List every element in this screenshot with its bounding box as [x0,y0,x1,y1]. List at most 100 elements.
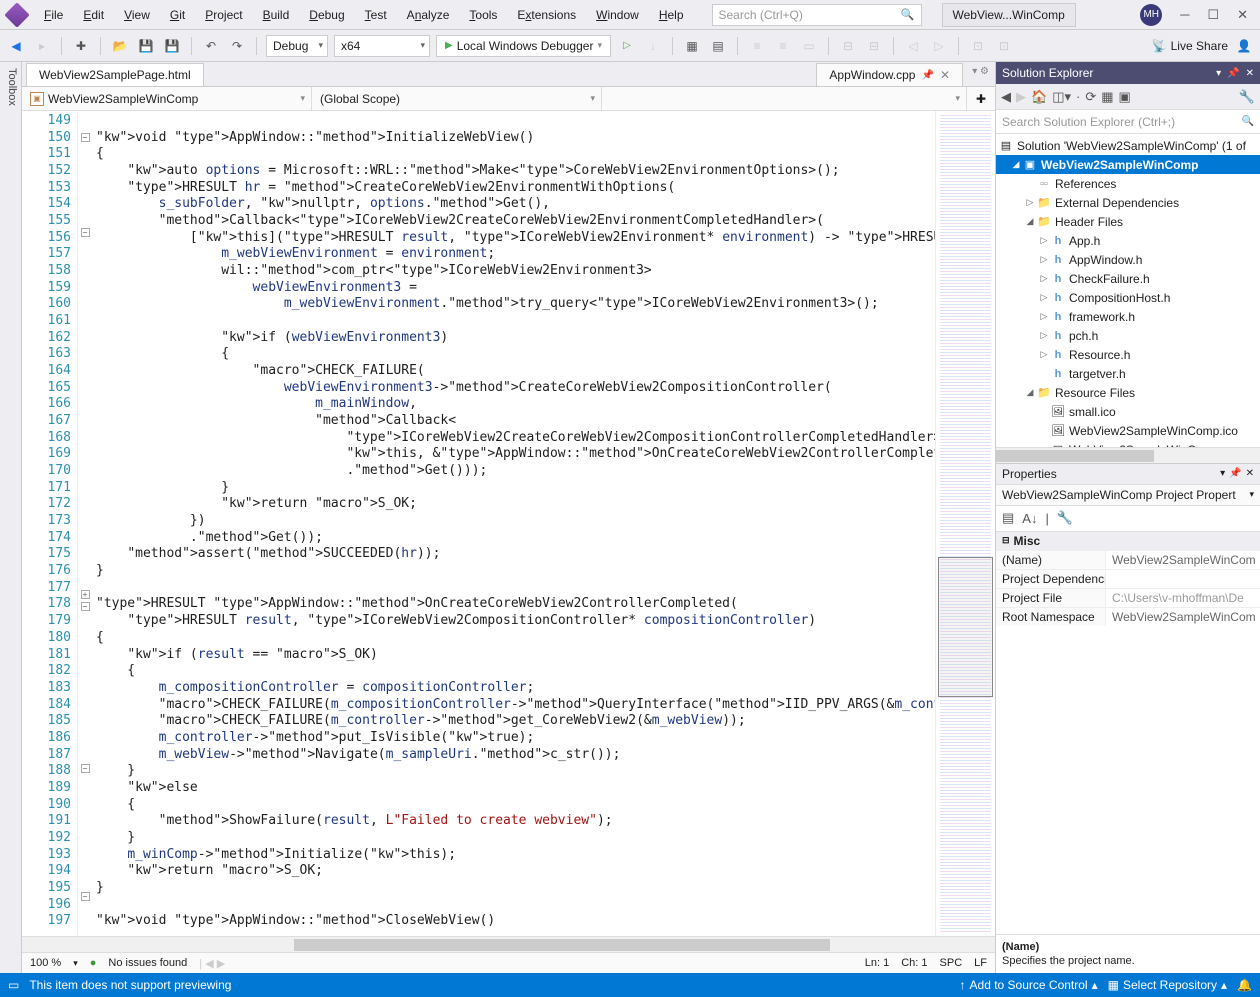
property-row[interactable]: Project FileC:\Users\v-mhoffman\De [996,588,1260,607]
se-back-button[interactable]: ◀ [1001,89,1011,105]
toolbox-tab[interactable]: Toolbox [0,62,22,973]
solution-badge[interactable]: WebView...WinComp [942,3,1076,27]
code-editor[interactable]: 149 150 151 152 153 154 155 156 157 158 … [22,111,995,936]
tree-item[interactable]: htargetver.h [996,364,1260,383]
se-properties-button[interactable]: 🔧 [1239,89,1255,105]
props-pin-icon[interactable]: 📌 [1229,468,1241,479]
menu-window[interactable]: Window [588,4,647,26]
panel-menu-icon[interactable]: ▾ [1216,68,1221,79]
eol-label[interactable]: LF [974,957,987,969]
tb-btn-2[interactable]: ▤ [708,36,728,56]
menu-help[interactable]: Help [651,4,692,26]
zoom-label[interactable]: 100 % [30,957,61,969]
code-content[interactable]: "kw">void "type">AppWindow::"method">Ini… [92,111,935,936]
menu-file[interactable]: File [36,4,71,26]
tb-btn-4[interactable]: ≡ [773,36,793,56]
save-button[interactable]: 💾 [136,36,156,56]
issues-label[interactable]: No issues found [108,957,187,969]
indent-label[interactable]: SPC [940,957,963,969]
nav-member-dropdown[interactable] [602,87,967,110]
tree-project-node[interactable]: ◢ ▣ WebView2SampleWinComp [996,155,1260,174]
add-source-control-button[interactable]: ↑ Add to Source Control ▴ [960,978,1098,992]
tb-btn-5[interactable]: ▭ [799,36,819,56]
fold-column[interactable]: −−+−−− [78,111,92,936]
start-nodebug-button[interactable]: ▷ [617,36,637,56]
menu-edit[interactable]: Edit [75,4,112,26]
menu-extensions[interactable]: Extensions [509,4,584,26]
bookmark-next[interactable]: ▷ [929,36,949,56]
props-menu-icon[interactable]: ▾ [1220,468,1225,479]
tb-btn-1[interactable]: ▦ [682,36,702,56]
tb-btn-9[interactable]: ⊡ [994,36,1014,56]
menu-git[interactable]: Git [162,4,193,26]
undo-button[interactable]: ↶ [201,36,221,56]
solution-tree[interactable]: ▤ Solution 'WebView2SampleWinComp' (1 of… [996,134,1260,447]
menu-build[interactable]: Build [255,4,298,26]
pin-icon[interactable]: 📌 [921,70,933,81]
property-row[interactable]: (Name)WebView2SampleWinCom [996,550,1260,569]
bookmark-prev[interactable]: ◁ [903,36,923,56]
open-button[interactable]: 📂 [110,36,130,56]
se-sync-button[interactable]: ⟳ [1085,89,1096,105]
menu-debug[interactable]: Debug [301,4,352,26]
tree-item[interactable]: ◢📁Resource Files [996,383,1260,402]
save-all-button[interactable]: 💾 [162,36,182,56]
menu-view[interactable]: View [116,4,158,26]
tree-item[interactable]: ▷hResource.h [996,345,1260,364]
se-show-all-button[interactable]: ▦ [1101,89,1113,105]
code-minimap[interactable] [935,111,995,936]
nav-back-button[interactable]: ◀ [6,36,26,56]
props-category[interactable]: ⊟Misc [996,532,1260,550]
nav-fwd-button[interactable]: ▸ [32,36,52,56]
tree-hscroll[interactable] [996,447,1260,463]
se-home-button[interactable]: 🏠 [1031,89,1047,105]
redo-button[interactable]: ↷ [227,36,247,56]
properties-grid[interactable]: ⊟Misc (Name)WebView2SampleWinComProject … [996,532,1260,626]
tree-item[interactable]: ▷hAppWindow.h [996,250,1260,269]
tab-appwindow-cpp[interactable]: AppWindow.cpp 📌 ✕ [816,63,963,86]
tree-item[interactable]: ▫▫References [996,174,1260,193]
se-switch-button[interactable]: ◫▾ [1052,89,1071,105]
menu-tools[interactable]: Tools [461,4,505,26]
menu-project[interactable]: Project [197,4,250,26]
menu-analyze[interactable]: Analyze [399,4,458,26]
props-categorized-button[interactable]: ▤ [1002,510,1014,526]
live-share-button[interactable]: 📡 Live Share [1152,39,1228,53]
minimize-button[interactable]: ─ [1180,7,1189,23]
nav-project-dropdown[interactable]: ▣ WebView2SampleWinComp [22,87,312,110]
tree-item[interactable]: ◢📁Header Files [996,212,1260,231]
props-alpha-button[interactable]: A↓ [1022,511,1037,526]
tree-item[interactable]: ▷hframework.h [996,307,1260,326]
se-collapse-button[interactable]: ▣ [1119,89,1131,105]
tree-item[interactable]: 🖼small.ico [996,402,1260,421]
split-editor-button[interactable]: ✚ [967,87,995,110]
props-close-icon[interactable]: ✕ [1246,468,1254,479]
tree-item[interactable]: ▷📁External Dependencies [996,193,1260,212]
select-repository-button[interactable]: ▦ Select Repository ▴ [1108,978,1227,992]
property-row[interactable]: Project Dependencie [996,569,1260,588]
tree-solution-node[interactable]: ▤ Solution 'WebView2SampleWinComp' (1 of [996,136,1260,155]
tab-html[interactable]: WebView2SamplePage.html [26,63,204,86]
tree-item[interactable]: ▷hCheckFailure.h [996,269,1260,288]
account-icon[interactable]: 👤 [1234,36,1254,56]
tree-item[interactable]: ▷hpch.h [996,326,1260,345]
maximize-button[interactable]: ☐ [1207,7,1219,23]
start-debug-button[interactable]: ▶ Local Windows Debugger ▾ [436,35,611,57]
editor-hscroll[interactable] [22,936,995,952]
tree-item[interactable]: ▷hApp.h [996,231,1260,250]
search-input[interactable]: Search (Ctrl+Q) [712,4,922,26]
step-button[interactable]: ↓ [643,36,663,56]
tab-overflow-button[interactable]: ▾ ⚙ [972,66,989,77]
config-dropdown[interactable]: Debug [266,35,328,57]
tree-item[interactable]: 🖼WebView2SampleWinComp.ico [996,421,1260,440]
close-tab-icon[interactable]: ✕ [940,68,950,82]
tree-item[interactable]: ▷hCompositionHost.h [996,288,1260,307]
tb-btn-6[interactable]: ⊟ [838,36,858,56]
panel-pin-icon[interactable]: 📌 [1227,68,1239,79]
close-button[interactable]: ✕ [1237,7,1248,23]
notifications-icon[interactable]: 🔔 [1237,978,1252,992]
properties-object-selector[interactable]: WebView2SampleWinComp Project Propert ▾ [996,484,1260,506]
new-item-button[interactable]: ✚ [71,36,91,56]
nav-scope-dropdown[interactable]: (Global Scope) [312,87,602,110]
panel-close-icon[interactable]: ✕ [1246,68,1254,79]
